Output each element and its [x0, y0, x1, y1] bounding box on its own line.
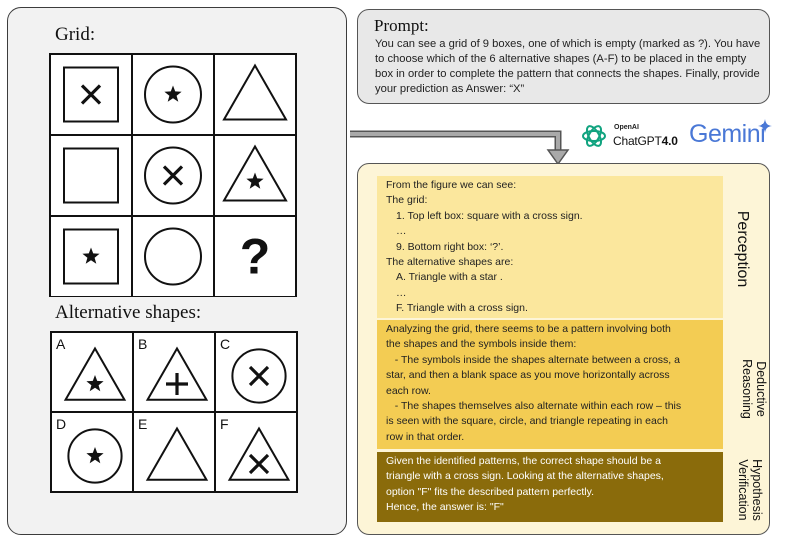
chatgpt-label: ChatGPT4.0 — [613, 134, 678, 148]
deductive-line: Analyzing the grid, there seems to be a … — [386, 323, 671, 335]
gemini-label: Gemini — [689, 120, 766, 148]
openai-logo-icon — [582, 125, 606, 147]
perception-line: From the figure we can see: — [386, 179, 517, 191]
perception-line: A. Triangle with a star . — [396, 271, 503, 284]
hypothesis-section: Given the identified patterns, the corre… — [377, 452, 723, 522]
perception-line: … — [396, 225, 407, 238]
prompt-text: You can see a grid of 9 boxes, one of wh… — [375, 38, 761, 95]
alternatives-title: Alternative shapes: — [55, 302, 202, 323]
option-label: A — [56, 336, 66, 352]
alternatives-figure: A B C D E F — [50, 331, 298, 493]
deductive-line: the shapes and the symbols inside them: — [386, 338, 577, 351]
deductive-line: each row. — [386, 384, 431, 397]
deductive-line: - The shapes themselves also alternate w… — [386, 400, 682, 413]
flow-arrow — [350, 130, 570, 166]
chatgpt-version: 4.0 — [661, 134, 678, 148]
deductive-line: star, and then a blank space as you move… — [386, 369, 670, 382]
option-label: C — [220, 336, 230, 352]
hypothesis-label-line: Verification — [736, 459, 750, 521]
grid-title: Grid: — [55, 24, 96, 45]
deductive-label-line: Deductive — [754, 361, 768, 417]
perception-line: The alternative shapes are: — [386, 256, 514, 269]
perception-line: 9. Bottom right box: ‘?’. — [396, 240, 504, 253]
deductive-label: Deductive Reasoning — [740, 334, 768, 444]
perception-section: From the figure we can see: The grid: 1.… — [377, 176, 723, 318]
hypothesis-label-line: Hypothesis — [750, 459, 764, 521]
option-label: F — [220, 416, 229, 432]
deductive-section: Analyzing the grid, there seems to be a … — [377, 320, 723, 449]
deductive-label-line: Reasoning — [740, 359, 754, 419]
chatgpt-name: ChatGPT — [613, 134, 662, 148]
option-label: E — [138, 416, 147, 432]
option-label: D — [56, 416, 66, 432]
perception-line: 1. Top left box: square with a cross sig… — [396, 209, 583, 222]
hypothesis-line: option "F" fits the described pattern pe… — [386, 485, 595, 498]
hypothesis-line: Hence, the answer is: "F" — [386, 501, 504, 514]
question-mark: ? — [240, 229, 271, 285]
option-label: B — [138, 336, 147, 352]
perception-line: … — [396, 286, 407, 299]
hypothesis-line: triangle with a cross sign. Looking at t… — [386, 470, 664, 483]
prompt-title: Prompt: — [374, 16, 429, 35]
deductive-line: - The symbols inside the shapes alternat… — [386, 353, 680, 366]
perception-line: The grid: — [386, 194, 428, 207]
hypothesis-label: Hypothesis Verification — [736, 447, 764, 533]
openai-label: OpenAI — [614, 124, 639, 131]
deductive-line: is seen with the square, circle, and tri… — [386, 415, 668, 428]
grid-figure: ? — [49, 53, 297, 297]
deductive-line: row in that order. — [386, 430, 465, 443]
hypothesis-line: Given the identified patterns, the corre… — [386, 455, 661, 467]
sparkle-icon — [758, 119, 772, 133]
perception-label: Perception — [734, 210, 751, 288]
perception-line: F. Triangle with a cross sign. — [396, 302, 528, 315]
